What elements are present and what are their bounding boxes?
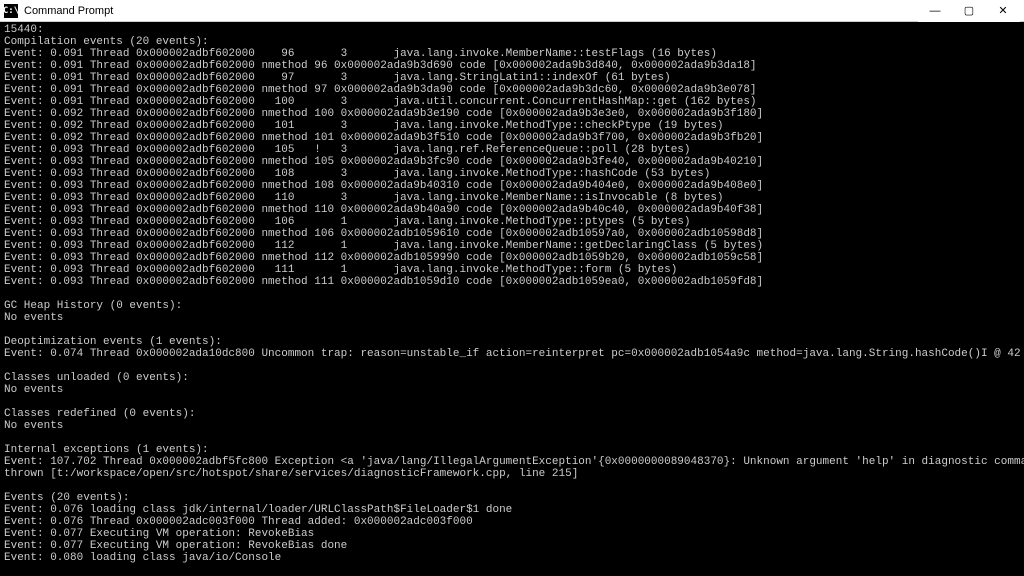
terminal-line: Event: 0.093 Thread 0x000002adbf602000 1…	[4, 168, 1020, 180]
terminal-line: No events	[4, 312, 1020, 324]
terminal-line: Event: 0.092 Thread 0x000002adbf602000 n…	[4, 132, 1020, 144]
terminal-line: Event: 0.091 Thread 0x000002adbf602000 9…	[4, 48, 1020, 60]
terminal-line: Deoptimization events (1 events):	[4, 336, 1020, 348]
terminal-line: GC Heap History (0 events):	[4, 300, 1020, 312]
terminal-line: Compilation events (20 events):	[4, 36, 1020, 48]
terminal-output[interactable]: 15440:Compilation events (20 events):Eve…	[0, 22, 1024, 576]
terminal-line: Internal exceptions (1 events):	[4, 444, 1020, 456]
terminal-line: Event: 0.093 Thread 0x000002adbf602000 1…	[4, 264, 1020, 276]
terminal-line: Event: 0.077 Executing VM operation: Rev…	[4, 528, 1020, 540]
terminal-line: Event: 0.093 Thread 0x000002adbf602000 1…	[4, 192, 1020, 204]
terminal-line: Event: 0.093 Thread 0x000002adbf602000 n…	[4, 252, 1020, 264]
maximize-button[interactable]: ▢	[952, 0, 986, 22]
terminal-line: Event: 0.093 Thread 0x000002adbf602000 1…	[4, 216, 1020, 228]
terminal-line: Event: 107.702 Thread 0x000002adbf5fc800…	[4, 456, 1020, 468]
terminal-line: Classes unloaded (0 events):	[4, 372, 1020, 384]
terminal-line	[4, 288, 1020, 300]
terminal-line	[4, 432, 1020, 444]
close-button[interactable]: ✕	[986, 0, 1020, 22]
terminal-line: Events (20 events):	[4, 492, 1020, 504]
terminal-line: thrown [t:/workspace/open/src/hotspot/sh…	[4, 468, 1020, 480]
terminal-line	[4, 360, 1020, 372]
terminal-line: Event: 0.093 Thread 0x000002adbf602000 n…	[4, 276, 1020, 288]
terminal-line: Event: 0.080 loading class java/io/Conso…	[4, 552, 1020, 564]
terminal-line: 15440:	[4, 24, 1020, 36]
terminal-line: Event: 0.093 Thread 0x000002adbf602000 n…	[4, 228, 1020, 240]
terminal-line	[4, 396, 1020, 408]
terminal-line: Event: 0.077 Executing VM operation: Rev…	[4, 540, 1020, 552]
minimize-button[interactable]: —	[918, 0, 952, 22]
terminal-line: No events	[4, 384, 1020, 396]
terminal-line: Event: 0.093 Thread 0x000002adbf602000 n…	[4, 180, 1020, 192]
terminal-line: Event: 0.093 Thread 0x000002adbf602000 n…	[4, 204, 1020, 216]
terminal-line: Event: 0.093 Thread 0x000002adbf602000 n…	[4, 156, 1020, 168]
terminal-line: Event: 0.092 Thread 0x000002adbf602000 n…	[4, 108, 1020, 120]
terminal-line	[4, 480, 1020, 492]
cmd-icon: C:\	[4, 4, 18, 18]
terminal-line: Event: 0.093 Thread 0x000002adbf602000 1…	[4, 144, 1020, 156]
terminal-line: Event: 0.092 Thread 0x000002adbf602000 1…	[4, 120, 1020, 132]
terminal-line: Event: 0.091 Thread 0x000002adbf602000 n…	[4, 60, 1020, 72]
terminal-line: Event: 0.091 Thread 0x000002adbf602000 n…	[4, 84, 1020, 96]
terminal-line	[4, 324, 1020, 336]
terminal-line: No events	[4, 420, 1020, 432]
terminal-line: Classes redefined (0 events):	[4, 408, 1020, 420]
window-title: Command Prompt	[24, 5, 113, 17]
terminal-line: Event: 0.076 Thread 0x000002adc003f000 T…	[4, 516, 1020, 528]
window-titlebar: C:\ Command Prompt — ▢ ✕	[0, 0, 1024, 22]
terminal-line: Event: 0.091 Thread 0x000002adbf602000 1…	[4, 96, 1020, 108]
terminal-line: Event: 0.076 loading class jdk/internal/…	[4, 504, 1020, 516]
terminal-line: Event: 0.074 Thread 0x000002ada10dc800 U…	[4, 348, 1020, 360]
terminal-line: Event: 0.093 Thread 0x000002adbf602000 1…	[4, 240, 1020, 252]
terminal-line: Event: 0.091 Thread 0x000002adbf602000 9…	[4, 72, 1020, 84]
